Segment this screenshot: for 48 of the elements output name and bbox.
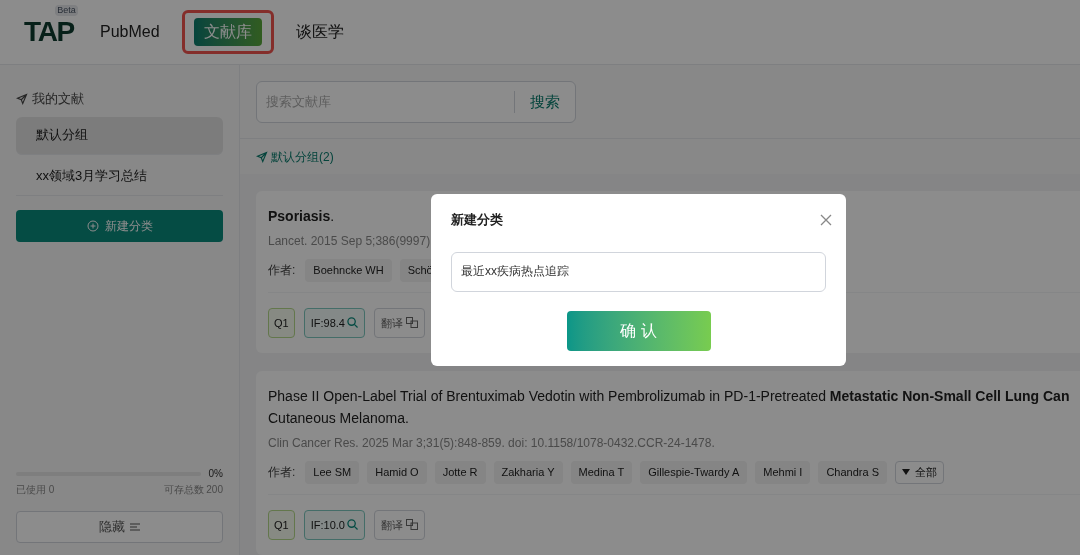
sidebar-heading: 我的文献 [32,90,84,108]
quartile-badge: Q1 [268,307,295,338]
group-item[interactable]: 默认分组 [16,116,223,155]
beta-badge: Beta [55,5,78,16]
search-icon [346,519,358,531]
author-tag[interactable]: Boehncke WH [305,259,392,282]
article-title[interactable]: Cutaneous Melanoma. [268,407,1080,429]
article-title[interactable]: Phase II Open-Label Trial of Brentuximab Vedotin with Pembrolizumab in PD-1-Pretreated Metastatic Non-Small Cell Lung Can [268,385,1080,407]
search-icon [346,317,358,329]
add-icon [86,219,99,232]
translate-button[interactable]: 翻译 [373,509,425,540]
impact-factor-button[interactable]: IF:10.0 [303,509,365,540]
category-name-field[interactable]: 最近xx疾病热点追踪 [451,251,826,292]
author-tag[interactable]: Zakharia Y [493,461,563,484]
quartile-badge: Q1 [268,509,295,540]
author-tag[interactable]: Mehmi I [755,461,811,484]
author-tag[interactable]: Jotte R [434,461,486,484]
nav-tab[interactable]: PubMed [90,18,170,46]
translate-icon [405,317,418,329]
translate-icon [405,519,418,531]
caret-icon [902,469,910,476]
send-icon [256,150,268,163]
new-category-button[interactable]: 新建分类 [16,209,223,242]
author-tag[interactable]: Hamid O [367,461,427,484]
citation: Lancet. 2015 Sep 5;386(9997) [268,233,432,250]
group-item[interactable]: xx领域3月学习总结 [16,157,223,196]
group-title: 默认分组(2) [271,148,334,166]
author-tag[interactable]: Chandra S [818,461,887,484]
dialog-title: 新建分类 [451,211,503,229]
menu-icon [130,523,140,531]
confirm-button[interactable]: 确 认 [566,310,711,351]
hide-button[interactable]: 隐藏 [16,511,223,543]
logo[interactable]: TAP [24,18,74,46]
impact-factor-button[interactable]: IF:98.4 [303,307,365,338]
usage-percent: 0% [208,467,223,481]
citation: Clin Cancer Res. 2025 Mar 3;31(5):848-859. doi: 10.1158/1078-0432.CCR-24-1478. [268,435,716,452]
search-button[interactable]: 搜索 [515,90,575,114]
translate-button[interactable]: 翻译 [373,307,425,338]
authors-label: 作者: [268,262,296,280]
nav-tab[interactable]: 谈医学 [285,18,354,46]
show-all-button[interactable]: 全部 [895,461,944,484]
nav-tab[interactable]: 文献库 [193,18,262,46]
send-icon [16,92,28,105]
author-tag[interactable]: Medina T [570,461,633,484]
close-icon[interactable] [820,213,832,226]
authors-label: 作者: [268,464,296,482]
author-tag[interactable]: Gillespie-Twardy A [640,461,748,484]
author-tag[interactable]: Lee SM [305,461,360,484]
